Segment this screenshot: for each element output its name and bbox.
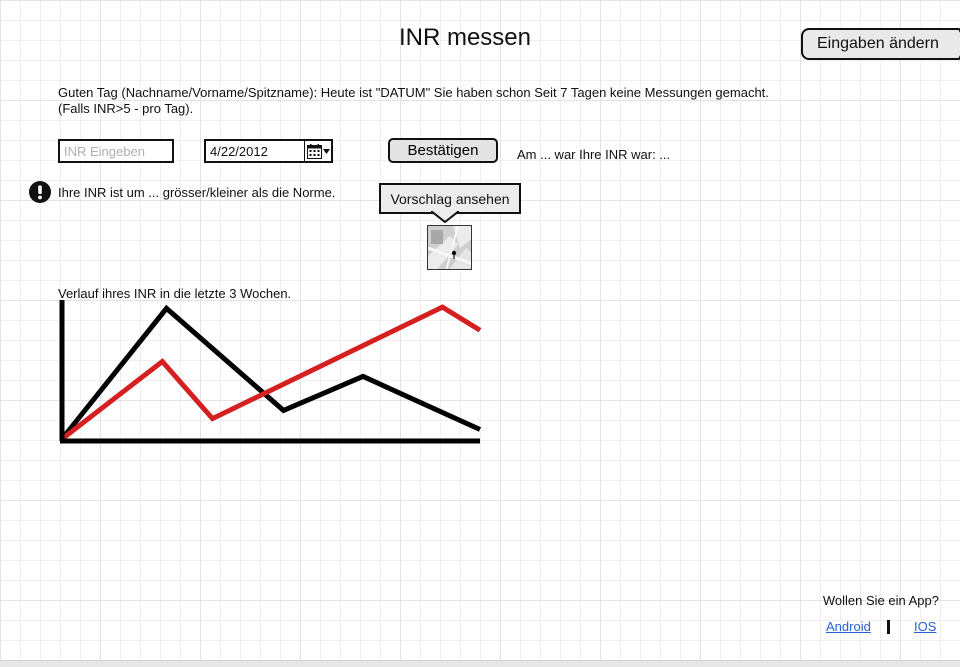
android-link[interactable]: Android [826,619,871,634]
alert-text: Ihre INR ist um ... grösser/kleiner als … [58,185,336,200]
map-icon [428,226,471,269]
app-question: Wollen Sie ein App? [822,593,939,608]
chevron-down-icon [322,148,330,154]
edit-inputs-button[interactable]: Eingaben ändern [801,28,960,60]
inr-input[interactable] [58,139,174,163]
last-inr-text: Am ... war Ihre INR war: ... [517,147,671,162]
chart-series-line-1 [60,304,482,441]
view-suggestion-label: Vorschlag ansehen [390,190,510,207]
date-value[interactable]: 4/22/2012 [206,144,304,159]
map-thumbnail[interactable] [427,225,472,270]
arrow-tip-icon [953,28,960,60]
bottom-strip [0,660,960,667]
page-title: INR messen [398,24,532,51]
link-separator [887,620,890,634]
confirm-button[interactable]: Bestätigen [388,138,498,163]
view-suggestion-button[interactable]: Vorschlag ansehen [379,183,521,214]
chart-series-line-2 [60,304,482,441]
exclamation-circle-icon [29,181,51,203]
greeting-text: Guten Tag (Nachname/Vorname/Spitzname): … [58,85,769,116]
edit-inputs-label: Eingaben ändern [817,35,939,52]
ios-link[interactable]: IOS [914,619,936,634]
inr-history-chart [59,300,482,444]
date-picker[interactable]: 4/22/2012 [204,139,333,163]
calendar-icon [306,143,322,159]
calendar-button[interactable] [304,141,331,161]
callout-pointer [431,211,459,223]
